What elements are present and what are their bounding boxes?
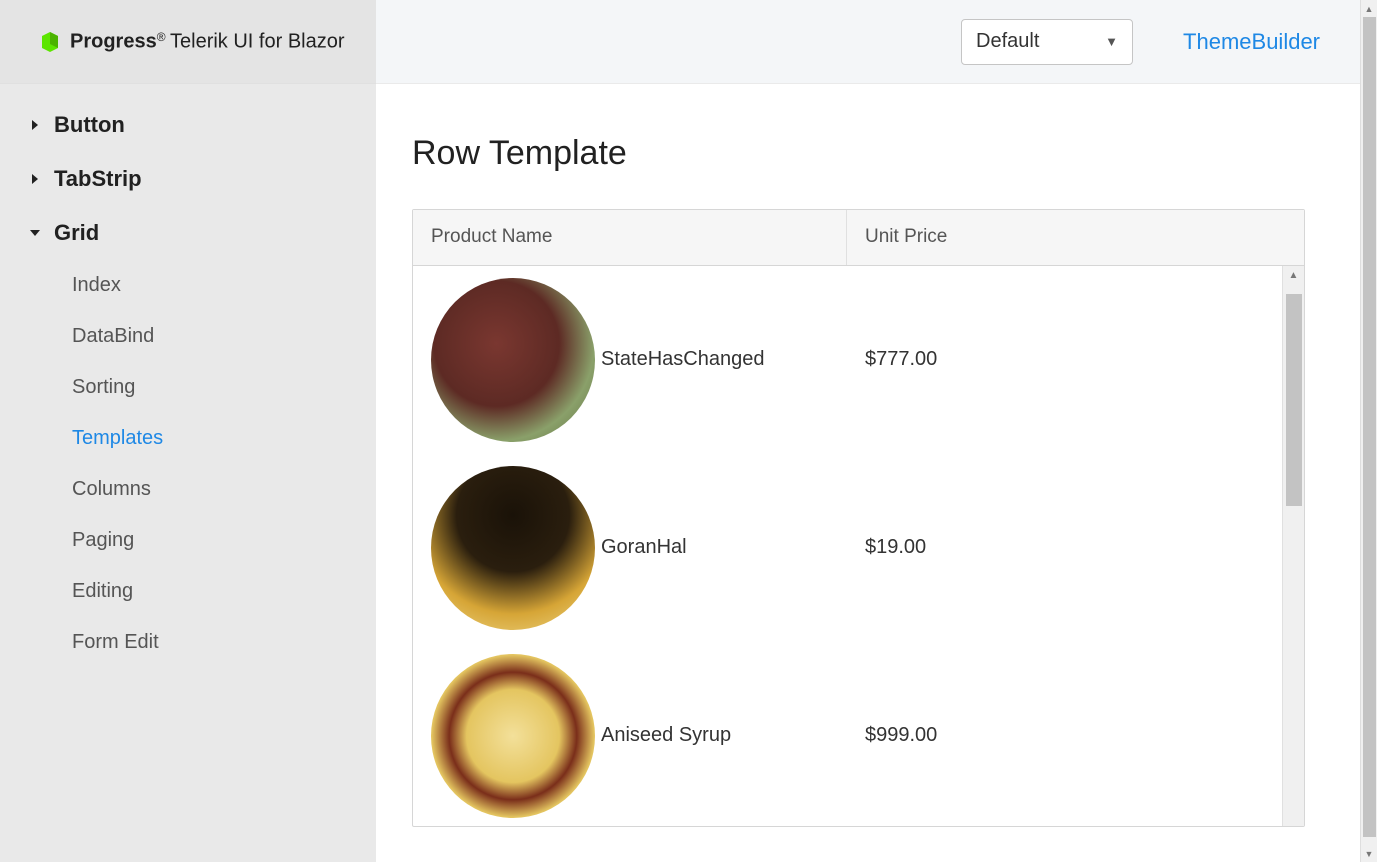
grid-scrollbar[interactable]: ▲ [1282,266,1304,826]
product-name-text: StateHasChanged [601,348,764,371]
cell-unit-price: $777.00 [847,338,1304,381]
product-image [431,278,595,442]
cell-product-name: Aniseed Syrup [413,644,847,827]
chevron-right-icon [24,173,46,185]
theme-select[interactable]: Default ▼ [961,19,1133,65]
nav-sub-label: Sorting [72,376,135,398]
sidebar-nav: Button TabStrip Grid Index DataBind Sort… [0,84,376,668]
scroll-up-icon[interactable]: ▲ [1283,266,1304,284]
scroll-thumb[interactable] [1286,294,1302,506]
product-name-text: GoranHal [601,536,687,559]
main-area: Default ▼ ThemeBuilder Row Template Prod… [376,0,1360,862]
nav-sub-index[interactable]: Index [72,260,376,311]
header-scroll-spacer [1280,210,1304,265]
nav-label: TabStrip [54,166,142,192]
cell-product-name: StateHasChanged [413,268,847,452]
brand-header: Progress® Telerik UI for Blazor [0,0,376,84]
content-area: Row Template Product Name Unit Price Sta… [376,84,1360,862]
scroll-thumb[interactable] [1363,17,1376,837]
nav-sub-label: Paging [72,529,134,551]
col-header-product-name[interactable]: Product Name [413,210,847,265]
cell-product-name: GoranHal [413,456,847,640]
nav-sub-label: Form Edit [72,631,159,653]
brand-product: Telerik UI for Blazor [170,30,345,52]
table-row[interactable]: Aniseed Syrup $999.00 [413,642,1304,826]
product-image [431,654,595,818]
table-row[interactable]: GoranHal $19.00 [413,454,1304,642]
progress-logo-icon [38,30,62,54]
nav-sub-databind[interactable]: DataBind [72,311,376,362]
nav-item-button[interactable]: Button [0,98,376,152]
grid: Product Name Unit Price StateHasChanged … [412,209,1305,827]
caret-down-icon: ▼ [1105,34,1118,49]
nav-sub-grid: Index DataBind Sorting Templates Columns… [0,260,376,668]
chevron-down-icon [24,228,46,238]
brand-text: Progress® Telerik UI for Blazor [70,30,345,53]
theme-select-value: Default [976,30,1039,53]
nav-sub-templates[interactable]: Templates [72,413,376,464]
nav-item-tabstrip[interactable]: TabStrip [0,152,376,206]
nav-sub-columns[interactable]: Columns [72,464,376,515]
cell-unit-price: $999.00 [847,714,1304,757]
nav-sub-label: Index [72,274,121,296]
nav-sub-label: DataBind [72,325,154,347]
chevron-right-icon [24,119,46,131]
nav-sub-editing[interactable]: Editing [72,566,376,617]
themebuilder-link[interactable]: ThemeBuilder [1183,29,1320,55]
nav-sub-formedit[interactable]: Form Edit [72,617,376,668]
cell-unit-price: $19.00 [847,526,1304,569]
page-title: Row Template [412,134,1324,173]
topbar: Default ▼ ThemeBuilder [376,0,1360,84]
table-row[interactable]: StateHasChanged $777.00 [413,266,1304,454]
brand-name: Progress [70,30,157,52]
grid-body: StateHasChanged $777.00 GoranHal $19.00 [413,266,1304,826]
nav-sub-paging[interactable]: Paging [72,515,376,566]
nav-sub-label: Columns [72,478,151,500]
nav-sub-sorting[interactable]: Sorting [72,362,376,413]
nav-label: Button [54,112,125,138]
nav-item-grid[interactable]: Grid [0,206,376,260]
nav-label: Grid [54,220,99,246]
page-scrollbar[interactable]: ▲ ▼ [1360,0,1377,862]
nav-sub-label: Templates [72,427,163,449]
scroll-down-icon[interactable]: ▼ [1361,845,1377,862]
nav-sub-label: Editing [72,580,133,602]
grid-header: Product Name Unit Price [413,210,1304,266]
sidebar: Progress® Telerik UI for Blazor Button T… [0,0,376,862]
scroll-up-icon[interactable]: ▲ [1361,0,1377,17]
product-name-text: Aniseed Syrup [601,724,731,747]
col-header-unit-price[interactable]: Unit Price [847,210,1280,265]
product-image [431,466,595,630]
